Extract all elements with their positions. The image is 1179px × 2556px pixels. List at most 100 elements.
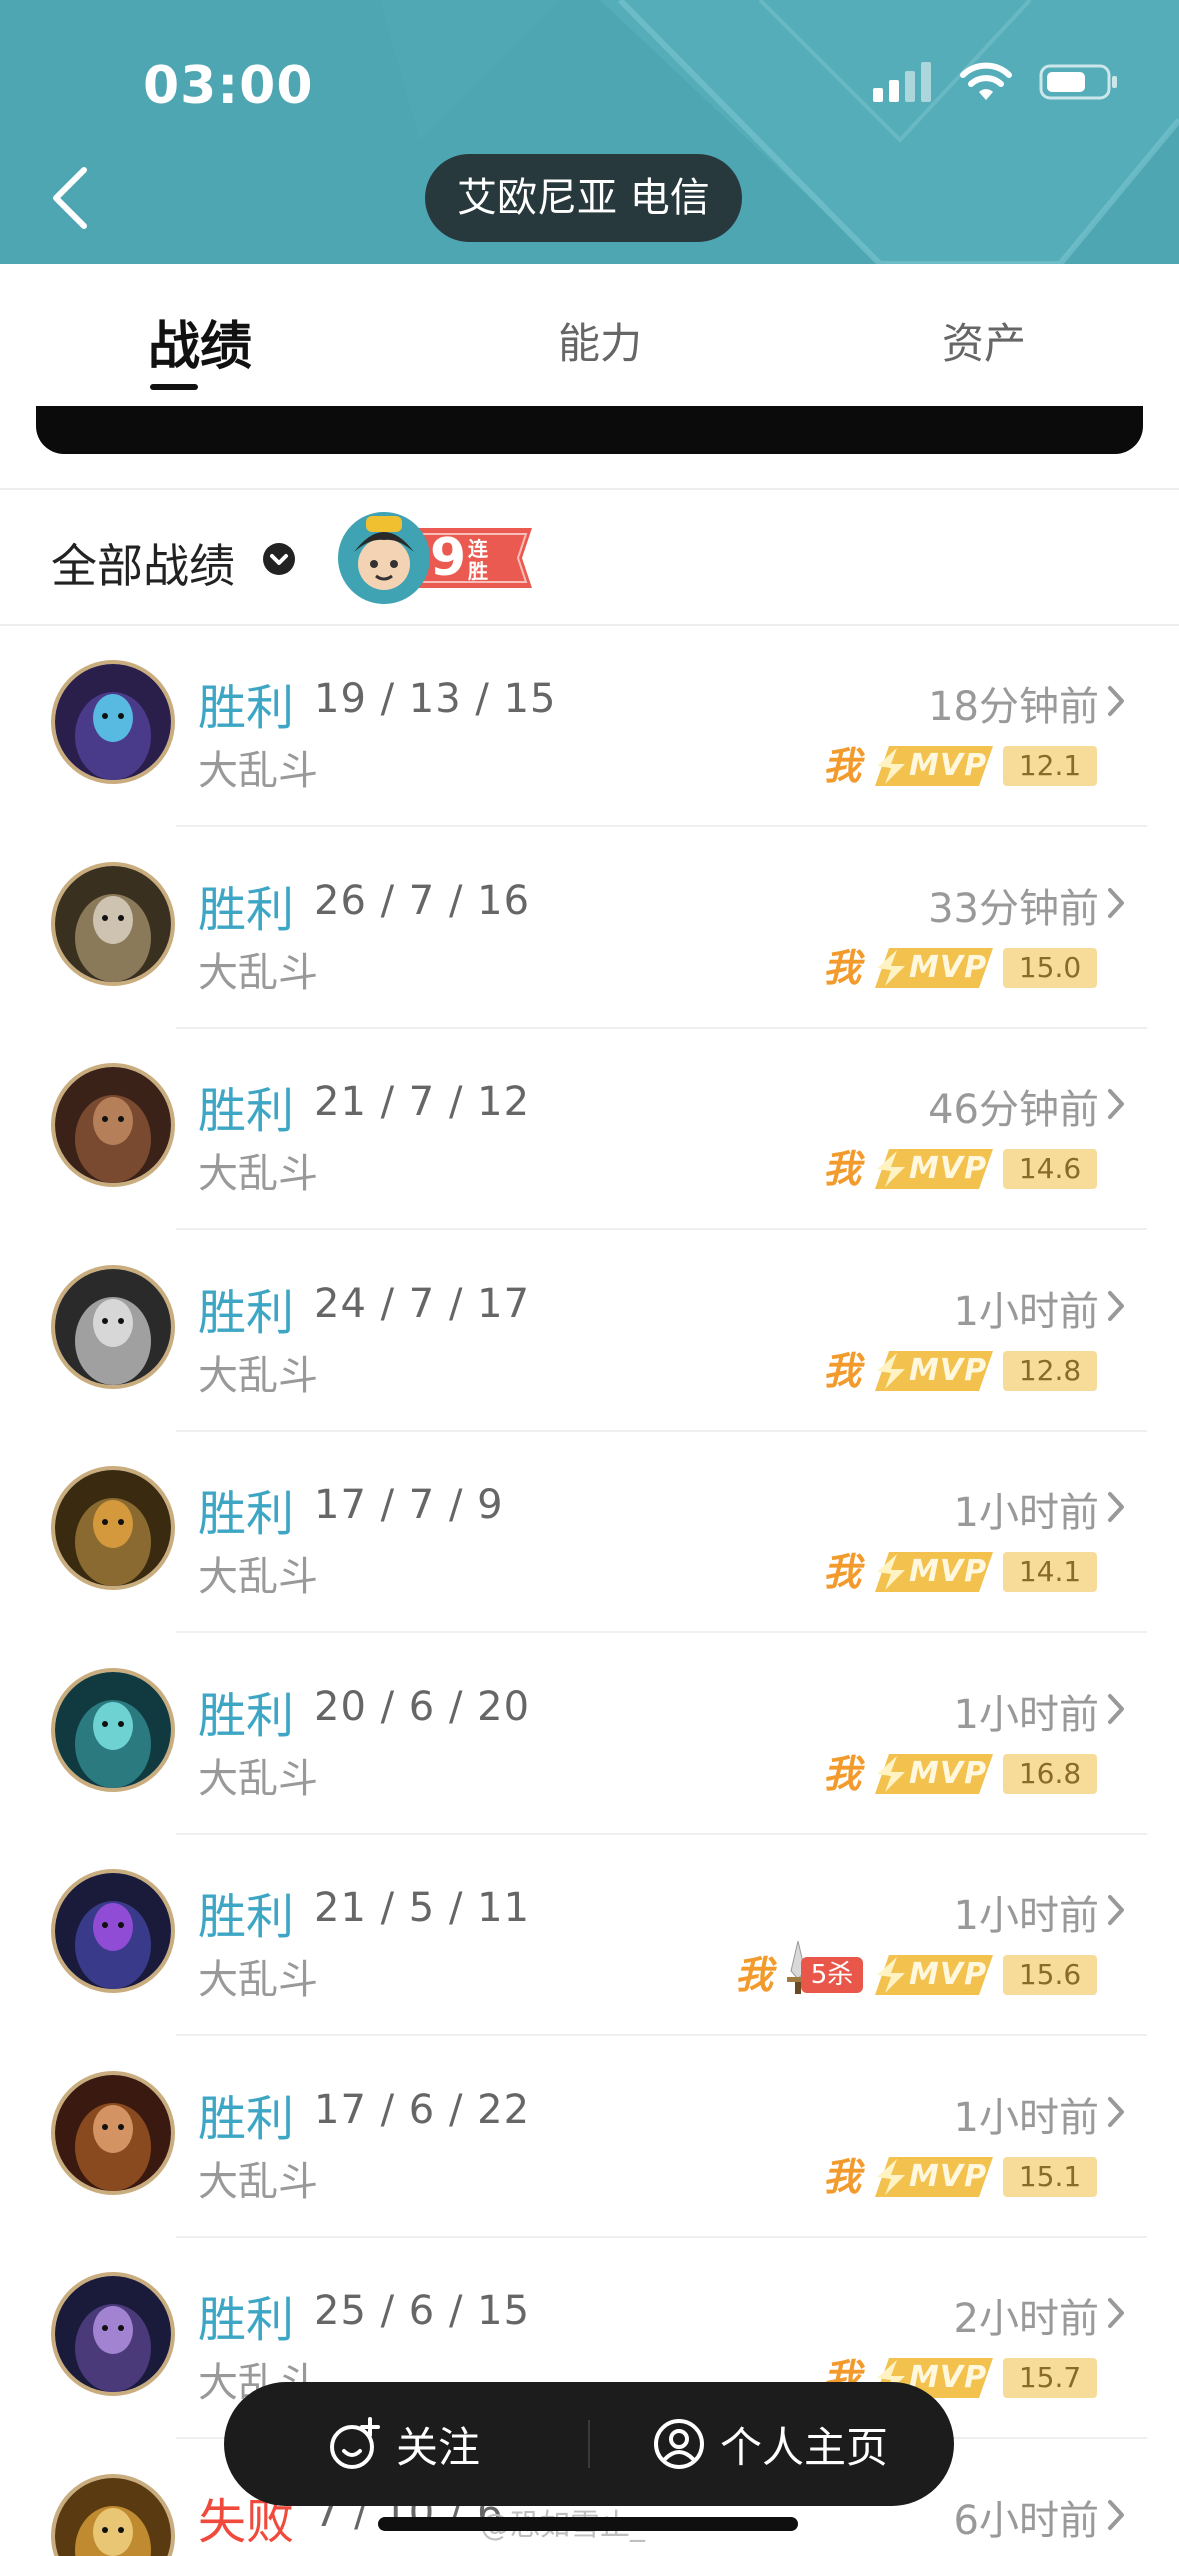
- champion-avatar: [51, 861, 175, 986]
- match-row[interactable]: 胜利 17 / 6 / 22 大乱斗 1小时前 我 MVP 15.1: [0, 2037, 1179, 2238]
- mvp-icon: MVP: [871, 1552, 993, 1592]
- match-result: 胜利: [198, 1889, 295, 1945]
- profile-button[interactable]: 个人主页: [652, 2382, 888, 2506]
- match-row[interactable]: 胜利 21 / 7 / 12 大乱斗 46分钟前 我 MVP 14.6: [0, 1029, 1179, 1230]
- match-badges: 我 MVP 12.1: [823, 742, 1097, 790]
- tab-record[interactable]: 战绩: [148, 304, 252, 379]
- match-mode: 大乱斗: [198, 1554, 318, 1600]
- filter-dropdown-label[interactable]: 全部战绩: [51, 530, 235, 596]
- tab-bar: 战绩 能力 资产: [0, 264, 1179, 406]
- active-tab-indicator: [150, 384, 198, 390]
- streak-text: 连胜: [468, 537, 488, 583]
- match-score: 12.1: [1003, 746, 1097, 786]
- mvp-label: MVP: [909, 1957, 988, 1992]
- follow-label: 关注: [396, 2422, 481, 2472]
- chevron-right-icon: [1108, 2298, 1124, 2328]
- match-mode: 大乱斗: [198, 1957, 318, 2003]
- match-row[interactable]: 胜利 20 / 6 / 20 大乱斗 1小时前 我 MVP 16.8: [0, 1634, 1179, 1835]
- chevron-right-icon: [1108, 1492, 1124, 1522]
- profile-label: 个人主页: [720, 2422, 889, 2472]
- match-mode: 大乱斗: [198, 1151, 318, 1197]
- divider: [588, 2420, 590, 2468]
- match-time: 6小时前: [953, 2497, 1099, 2544]
- champion-avatar: [51, 1667, 175, 1792]
- match-badges: 我 MVP 14.1: [823, 1548, 1097, 1596]
- mvp-icon: MVP: [871, 2156, 993, 2197]
- match-row[interactable]: 胜利 24 / 7 / 17 大乱斗 1小时前 我 MVP 12.8: [0, 1231, 1179, 1432]
- me-icon: 我: [822, 2154, 861, 2199]
- match-badges: 我 MVP 15.1: [823, 2153, 1097, 2201]
- match-row[interactable]: 胜利 19 / 13 / 15 大乱斗 18分钟前 我 MVP 12.1: [0, 626, 1179, 827]
- match-result: 胜利: [198, 1486, 295, 1542]
- status-time: 03:00: [143, 56, 314, 116]
- champion-avatar: [51, 2070, 175, 2195]
- match-badges: 我 MVP 16.8: [823, 1750, 1097, 1798]
- follow-icon: [330, 2417, 380, 2469]
- match-result: 胜利: [198, 1284, 295, 1341]
- match-score: 15.1: [1003, 2156, 1097, 2197]
- me-icon: 我: [822, 744, 861, 788]
- tab-ability[interactable]: 能力: [558, 310, 642, 371]
- server-selector[interactable]: 艾欧尼亚 电信: [425, 154, 742, 242]
- mvp-label: MVP: [909, 1755, 988, 1791]
- me-icon: 我: [734, 1953, 773, 1997]
- match-score: 16.8: [1003, 1753, 1097, 1794]
- chevron-right-icon: [1108, 1290, 1124, 1321]
- match-kda: 20 / 6 / 20: [314, 1683, 531, 1730]
- mvp-icon: MVP: [871, 746, 993, 786]
- champion-avatar: [51, 1264, 175, 1389]
- match-time: 18分钟前: [928, 684, 1099, 730]
- match-result: 胜利: [198, 1687, 295, 1744]
- me-icon: 我: [822, 1550, 861, 1594]
- match-time: 1小时前: [953, 1691, 1099, 1738]
- floating-action-bar: 关注 个人主页: [224, 2382, 954, 2506]
- match-row[interactable]: 胜利 26 / 7 / 16 大乱斗 33分钟前 我 MVP 15.0: [0, 828, 1179, 1029]
- match-result: 胜利: [198, 2090, 295, 2147]
- match-kda: 24 / 7 / 17: [314, 1280, 531, 1327]
- match-score: 15.0: [1003, 947, 1097, 988]
- champion-avatar: [51, 1063, 175, 1187]
- me-icon: 我: [822, 1147, 861, 1191]
- match-mode: 大乱斗: [198, 2552, 318, 2556]
- mvp-label: MVP: [909, 949, 988, 985]
- follow-button[interactable]: 关注: [328, 2382, 480, 2506]
- mvp-label: MVP: [909, 1151, 988, 1186]
- chevron-right-icon: [1108, 887, 1124, 918]
- match-result: 胜利: [198, 1083, 295, 1139]
- match-badges: 我 MVP 14.6: [823, 1145, 1097, 1193]
- win-streak-badge: 9 连胜: [336, 508, 532, 608]
- match-row[interactable]: 胜利 17 / 7 / 9 大乱斗 1小时前 我 MVP 14.1: [0, 1432, 1179, 1633]
- match-kda: 17 / 7 / 9: [314, 1482, 504, 1528]
- battery-icon: [1039, 64, 1117, 100]
- penta-kill-label: 5杀: [801, 1957, 863, 1993]
- chevron-right-icon: [1108, 1895, 1124, 1925]
- champion-avatar: [51, 1869, 175, 1993]
- chevron-down-icon[interactable]: [262, 542, 296, 576]
- match-row[interactable]: 胜利 21 / 5 / 11 大乱斗 1小时前 我 5杀 MVP 15.6: [0, 1835, 1179, 2036]
- penta-kill-badge: 5杀: [783, 1941, 863, 1995]
- match-score: 14.1: [1003, 1552, 1097, 1592]
- champion-avatar: [51, 2473, 175, 2556]
- match-mode: 大乱斗: [198, 949, 318, 996]
- mvp-icon: MVP: [871, 1955, 993, 1995]
- match-kda: 25 / 6 / 15: [314, 2288, 531, 2334]
- signal-icon: [873, 62, 931, 102]
- chevron-right-icon: [1108, 686, 1124, 716]
- match-time: 1小时前: [953, 1893, 1099, 1939]
- match-kda: 21 / 5 / 11: [314, 1885, 531, 1931]
- match-kda: 17 / 6 / 22: [314, 2086, 531, 2133]
- back-chevron-icon[interactable]: [44, 162, 104, 234]
- match-score: 15.7: [1003, 2358, 1097, 2398]
- mvp-icon: MVP: [871, 1149, 993, 1189]
- match-time: 2小时前: [953, 2296, 1099, 2342]
- mvp-label: MVP: [909, 748, 988, 783]
- match-result: 胜利: [198, 2292, 295, 2348]
- match-score: 14.6: [1003, 1149, 1097, 1189]
- match-time: 1小时前: [953, 1288, 1099, 1335]
- home-indicator[interactable]: [378, 2517, 798, 2531]
- champion-avatar: [51, 1466, 175, 1590]
- status-icons: [873, 62, 1119, 102]
- tab-assets[interactable]: 资产: [942, 310, 1026, 371]
- chevron-right-icon: [1108, 1089, 1124, 1119]
- match-time: 1小时前: [953, 1490, 1099, 1536]
